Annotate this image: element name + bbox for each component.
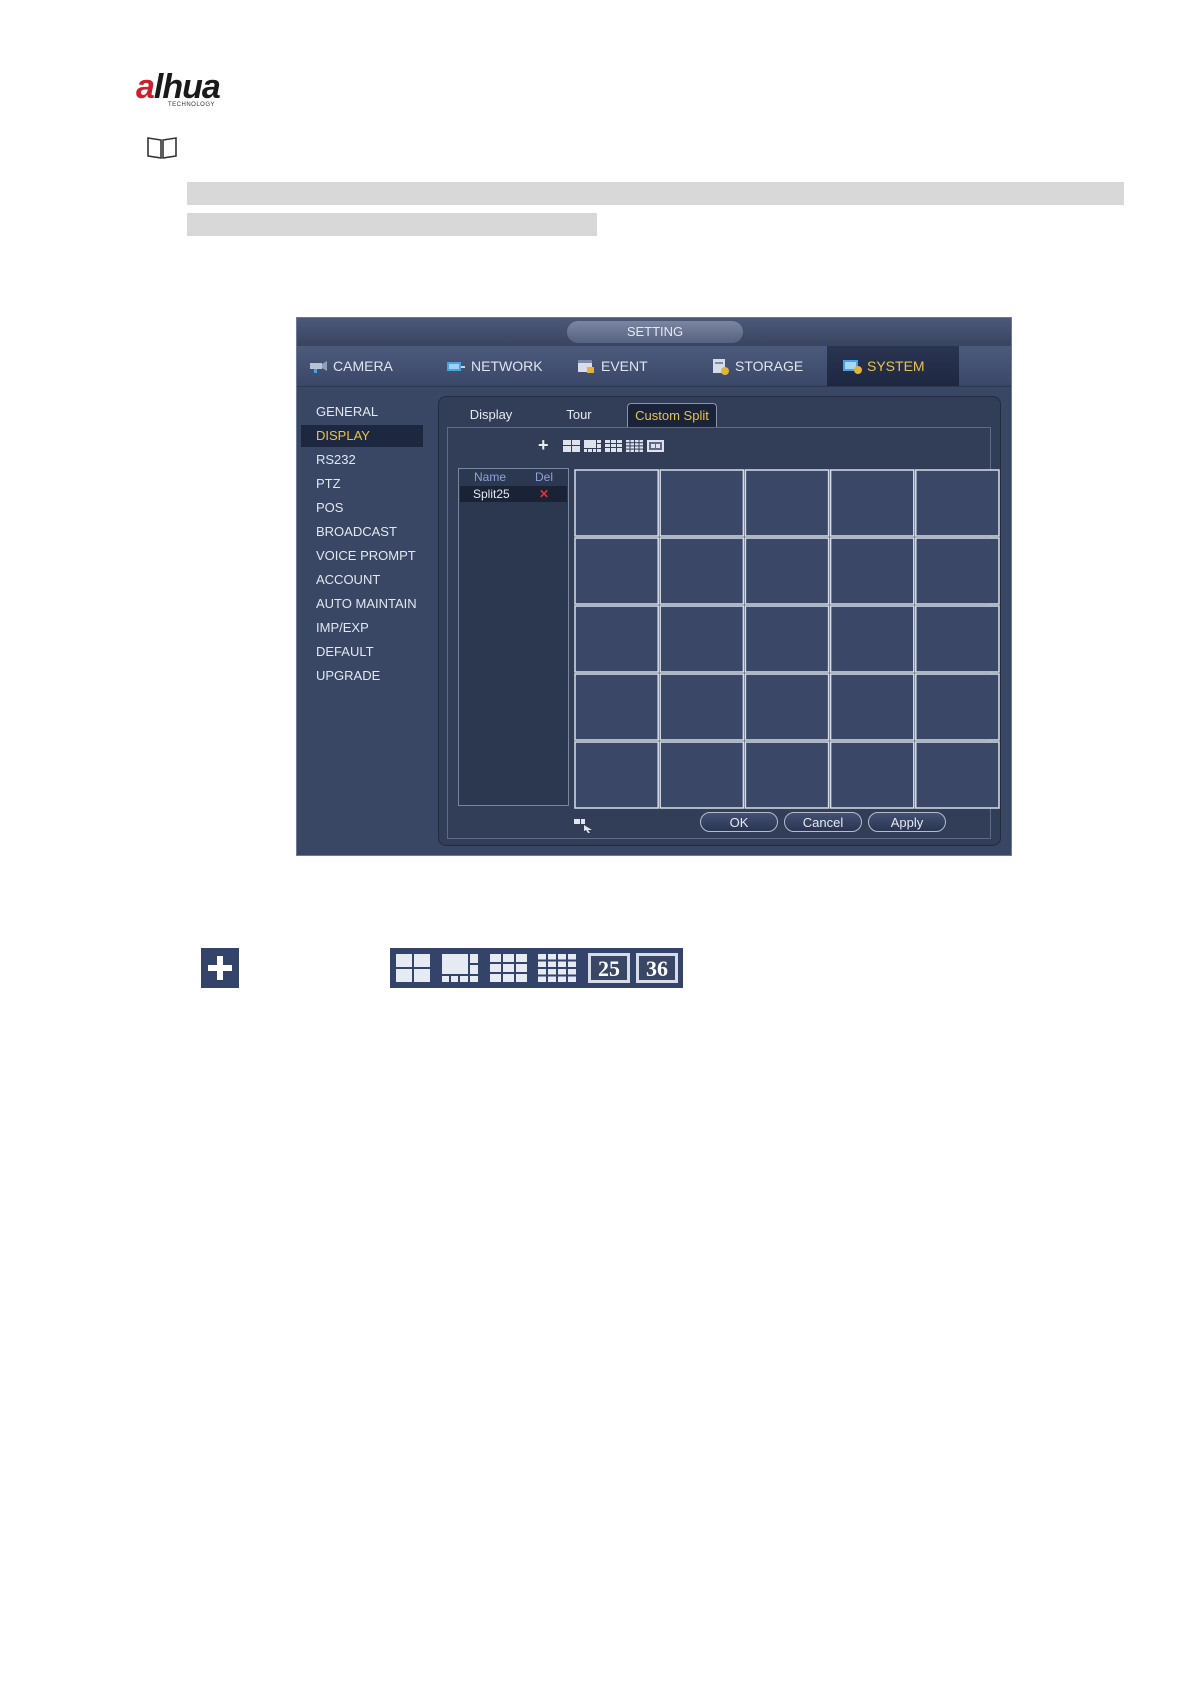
main-tab-bar: CAMERA NETWORK EVENT STORAGE SYSTEM	[297, 346, 1011, 387]
split-16-icon-large	[538, 954, 576, 982]
delete-split-icon[interactable]: ✕	[539, 487, 549, 501]
sidebar-item-imp-exp[interactable]: IMP/EXP	[301, 617, 423, 639]
sidebar-item-auto-maintain[interactable]: AUTO MAINTAIN	[301, 593, 423, 615]
split-cell[interactable]	[744, 605, 830, 673]
split-cell[interactable]	[574, 673, 659, 741]
split-4-icon-large	[396, 954, 430, 982]
split-layout-icons-enlarged: 25 36	[390, 948, 683, 988]
column-del-header: Del	[535, 470, 554, 484]
ok-button[interactable]: OK	[700, 812, 778, 832]
tab-network[interactable]: NETWORK	[445, 346, 563, 386]
sidebar-item-ptz[interactable]: PTZ	[301, 473, 423, 495]
subtab-custom-split[interactable]: Custom Split	[627, 403, 717, 427]
split-36-label: 36	[646, 956, 668, 981]
split-cell[interactable]	[744, 741, 830, 809]
display-panel: Display Tour Custom Split + Name Del Spl…	[438, 396, 1001, 846]
tab-event[interactable]: EVENT	[575, 346, 693, 386]
system-icon	[843, 360, 862, 374]
split-cell[interactable]	[744, 673, 830, 741]
apply-button[interactable]: Apply	[868, 812, 946, 832]
window-title: SETTING	[567, 321, 743, 343]
settings-sidebar: GENERAL DISPLAY RS232 PTZ POS BROADCAST …	[297, 387, 431, 855]
split-8-icon[interactable]	[584, 440, 601, 452]
split-9-icon[interactable]	[605, 440, 622, 452]
sidebar-item-general[interactable]: GENERAL	[301, 401, 423, 423]
split-9-icon-large	[490, 954, 527, 982]
split-cell[interactable]	[915, 605, 1000, 673]
sidebar-item-pos[interactable]: POS	[301, 497, 423, 519]
split-icons-strip: 25 36	[396, 953, 678, 983]
column-name-header: Name	[474, 470, 507, 484]
split-grid[interactable]	[574, 469, 1000, 809]
split-8-icon-large	[442, 954, 478, 982]
split-cell[interactable]	[829, 673, 915, 741]
split-cell[interactable]	[574, 537, 659, 605]
plus-icon	[208, 956, 232, 980]
camera-icon	[310, 361, 327, 373]
split-cell[interactable]	[574, 469, 659, 537]
split-cell[interactable]	[829, 469, 915, 537]
split-list-row[interactable]: Split25 ✕	[460, 486, 567, 502]
sidebar-item-rs232[interactable]: RS232	[301, 449, 423, 471]
add-icon-enlarged	[201, 948, 239, 988]
split-cell[interactable]	[915, 741, 1000, 809]
network-icon	[447, 362, 465, 371]
split-cell[interactable]	[915, 673, 1000, 741]
book-note-icon	[147, 137, 177, 159]
split-cell[interactable]	[659, 469, 745, 537]
split-list-header: Name Del	[459, 469, 568, 485]
split-cell[interactable]	[915, 469, 1000, 537]
split-cell[interactable]	[915, 537, 1000, 605]
dahua-logo: alhua TECHNOLOGY	[134, 66, 264, 116]
redacted-text-line	[187, 213, 597, 236]
storage-icon	[713, 359, 729, 375]
split-cell[interactable]	[829, 741, 915, 809]
split-cell[interactable]	[659, 673, 745, 741]
split-list: Name Del Split25 ✕	[458, 468, 569, 806]
sidebar-item-voice-prompt[interactable]: VOICE PROMPT	[301, 545, 423, 567]
sidebar-item-account[interactable]: ACCOUNT	[301, 569, 423, 591]
split-cell[interactable]	[744, 537, 830, 605]
logo-subtitle: TECHNOLOGY	[168, 102, 216, 108]
sidebar-item-upgrade[interactable]: UPGRADE	[301, 665, 423, 687]
split-cell[interactable]	[744, 469, 830, 537]
split-16-icon[interactable]	[626, 440, 643, 452]
custom-split-content: + Name Del Split25 ✕ OK Cancel Apply	[447, 427, 1000, 839]
tab-camera[interactable]: CAMERA	[307, 346, 425, 386]
merge-cells-icon[interactable]	[572, 816, 594, 834]
split-cell[interactable]	[574, 605, 659, 673]
tab-storage[interactable]: STORAGE	[709, 346, 827, 386]
subtab-display[interactable]: Display	[451, 403, 531, 427]
split-25-icon[interactable]	[647, 440, 664, 452]
redacted-text-line	[187, 182, 1124, 205]
sidebar-item-broadcast[interactable]: BROADCAST	[301, 521, 423, 543]
title-bar: SETTING	[297, 318, 1011, 346]
split-cell[interactable]	[829, 605, 915, 673]
split-name: Split25	[473, 487, 510, 501]
split-cell[interactable]	[659, 605, 745, 673]
event-icon	[578, 360, 594, 373]
split-cell[interactable]	[659, 741, 745, 809]
add-split-button[interactable]: +	[538, 436, 549, 454]
split-cell[interactable]	[574, 741, 659, 809]
subtab-tour[interactable]: Tour	[539, 403, 619, 427]
sidebar-item-default[interactable]: DEFAULT	[301, 641, 423, 663]
cancel-button[interactable]: Cancel	[784, 812, 862, 832]
split-cell[interactable]	[659, 537, 745, 605]
split-cell[interactable]	[829, 537, 915, 605]
setting-window: SETTING CAMERA NETWORK EVENT STORAGE SYS…	[296, 317, 1012, 856]
split-4-icon[interactable]	[563, 440, 580, 452]
split-25-label: 25	[598, 956, 620, 981]
sidebar-item-display[interactable]: DISPLAY	[301, 425, 423, 447]
tab-system[interactable]: SYSTEM	[827, 346, 959, 386]
split-grid-svg[interactable]	[574, 469, 1000, 809]
